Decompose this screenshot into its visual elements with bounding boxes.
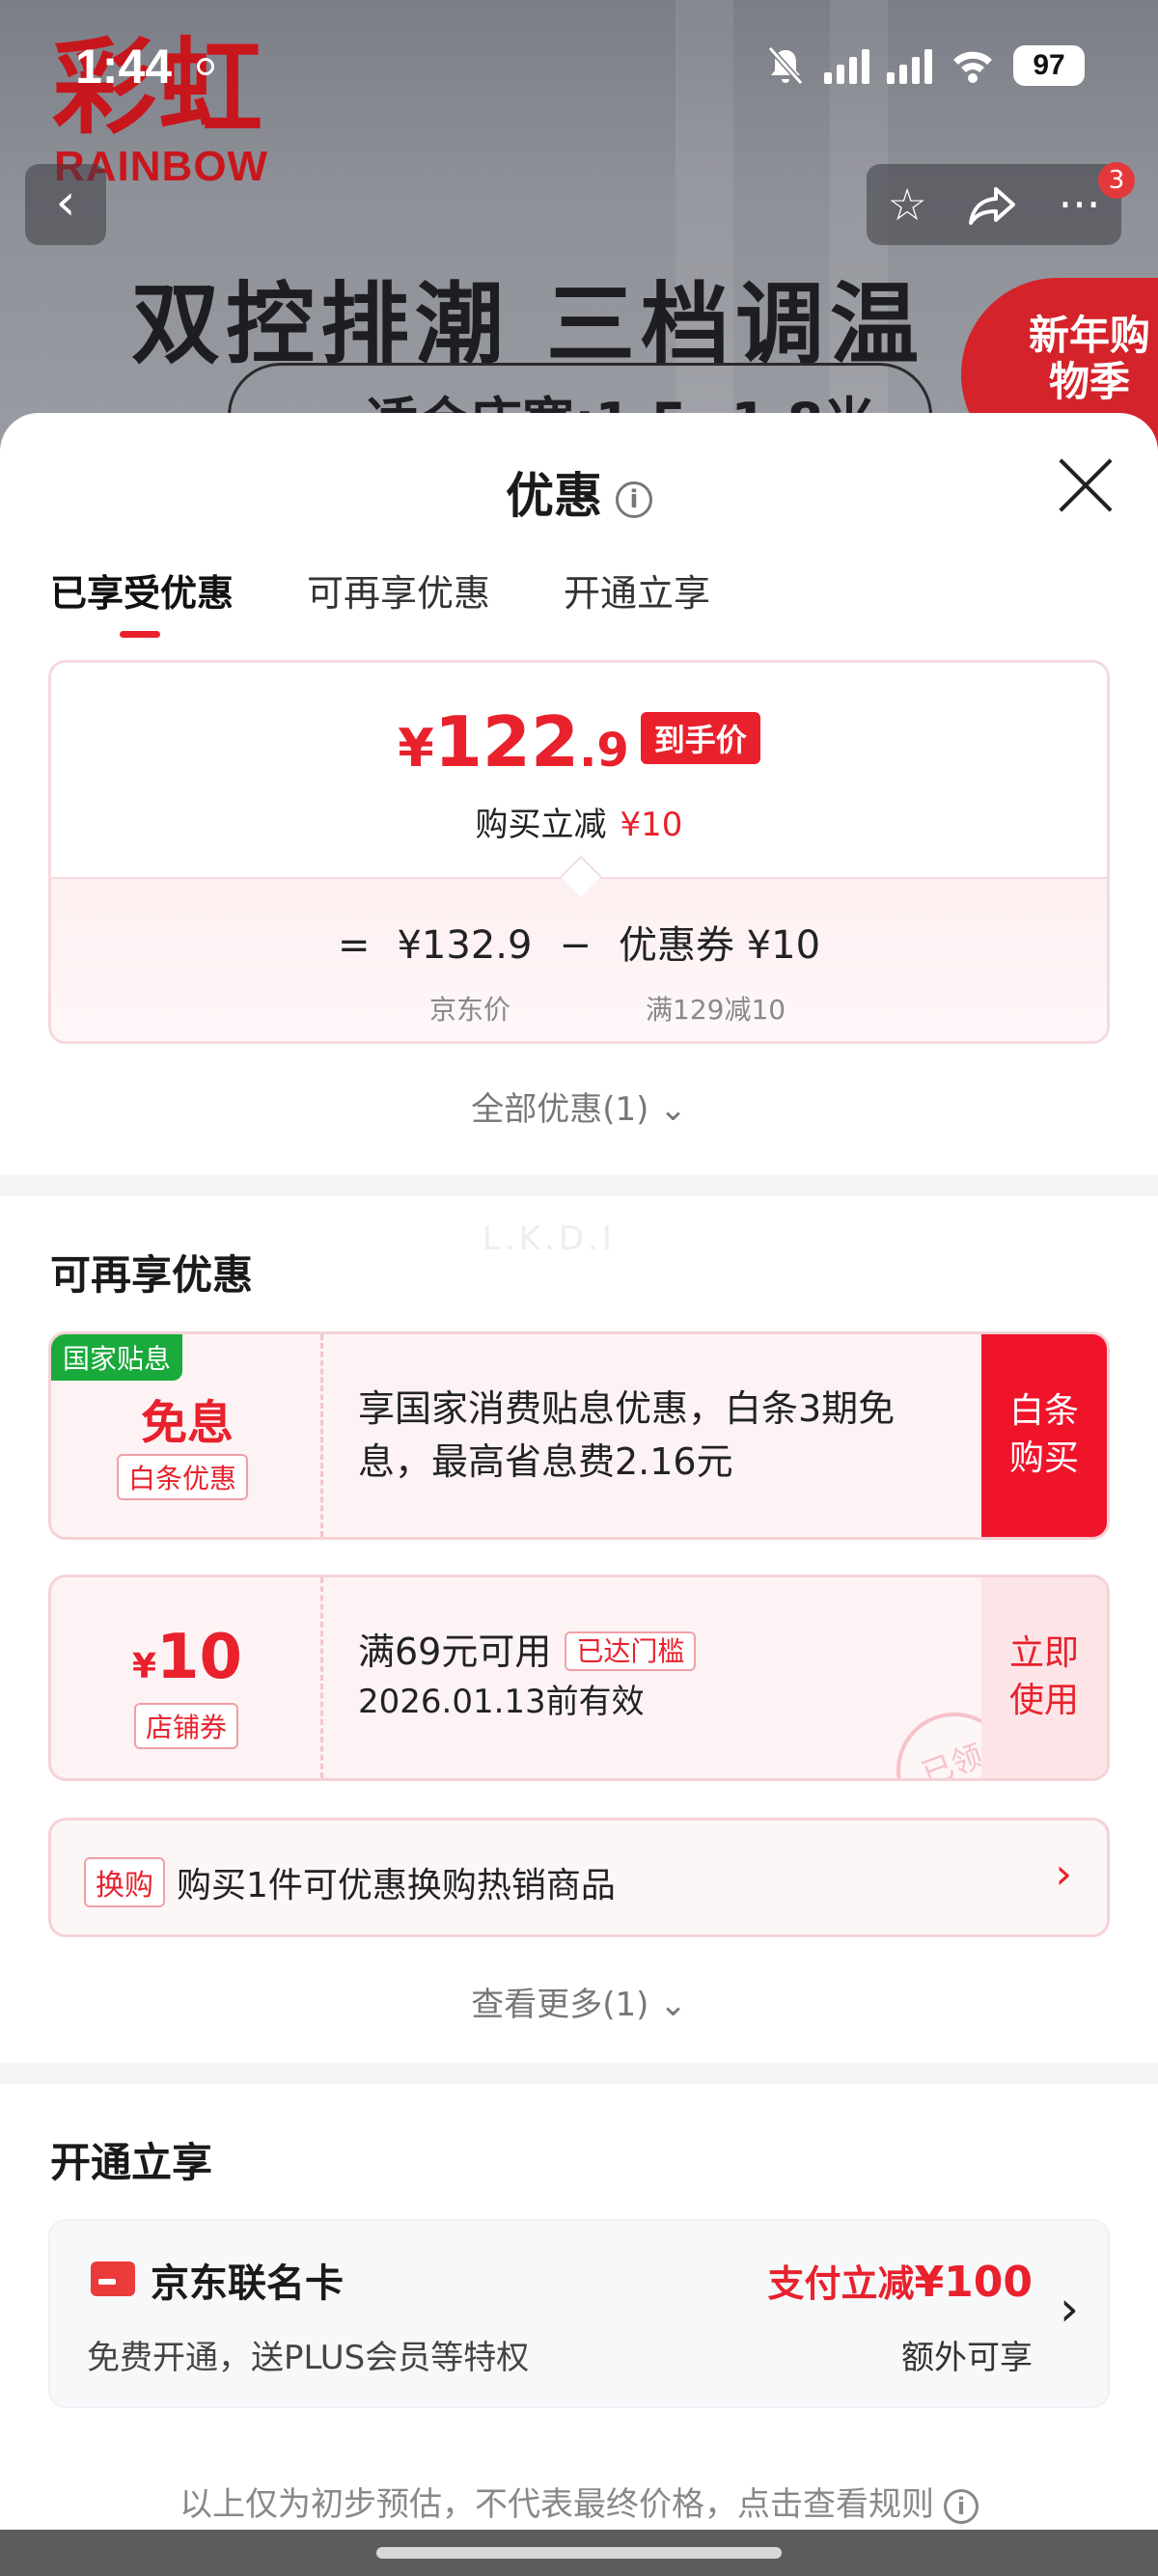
exchange-text: 购买1件可优惠换购热销商品	[177, 1866, 616, 1905]
baitiao-buy-button[interactable]: 白条 购买	[981, 1334, 1107, 1537]
card-extra: 额外可享	[901, 2339, 1033, 2377]
coupon-condition-label: 满129减10	[646, 994, 786, 1026]
final-price-card: ¥122.9 到手价 购买立减 ¥10 = ¥132.9− 优惠券 ¥10 京东价 满1…	[48, 660, 1110, 1044]
section-title-open: 开通立享	[50, 2139, 213, 2186]
interest-offer-text: 享国家消费贴息优惠，白条3期免 息，最高省息费2.16元	[358, 1383, 895, 1489]
tab-open-enjoy[interactable]: 开通立享	[564, 563, 710, 638]
equals-sign: =	[337, 923, 371, 968]
exchange-offer[interactable]: 换购 购买1件可优惠换购热销商品 ›	[48, 1818, 1110, 1937]
baitiao-buy-line1: 白条	[1008, 1391, 1079, 1432]
status-time: 1:44	[75, 40, 173, 94]
coupon-currency: ¥	[131, 1647, 156, 1686]
home-indicator	[0, 2530, 1158, 2576]
card-name: 京东联名卡	[151, 2261, 344, 2306]
interest-free-label: 免息	[140, 1396, 234, 1450]
threshold-met-tag: 已达门槛	[565, 1631, 697, 1671]
sheet-header: 优惠 i	[0, 457, 1158, 527]
instant-discount-value: ¥10	[620, 806, 683, 844]
final-price: ¥122.9 到手价	[51, 701, 1107, 782]
section-divider	[0, 2063, 1158, 2084]
location-indicator-icon	[197, 58, 214, 75]
share-icon[interactable]	[968, 183, 1017, 226]
card-promo: 支付立减¥100	[768, 2254, 1033, 2307]
credit-card-icon	[91, 2261, 135, 2296]
section-title-more: 可再享优惠	[50, 1251, 254, 1299]
footer-disclaimer[interactable]: 以上仅为初步预估，不代表最终价格，点击查看规则 i	[0, 2478, 1158, 2525]
info-icon: i	[944, 2488, 979, 2524]
offers-sheet: 优惠 i 已享受优惠 可再享优惠 开通立享 ¥122.9 到手价 购买立减 ¥10 =…	[0, 413, 1158, 2576]
wifi-icon	[953, 51, 992, 83]
card-description: 免费开通，送PLUS会员等特权	[87, 2339, 530, 2377]
section-divider	[0, 1175, 1158, 1196]
use-coupon-button[interactable]: 立即 使用	[981, 1577, 1107, 1778]
coupon-details: 满69元可用 已达门槛 2026.01.13前有效	[358, 1626, 697, 1726]
price-formula: = ¥132.9− 优惠券 ¥10	[51, 914, 1107, 970]
offer-tabs: 已享受优惠 可再享优惠 开通立享	[50, 563, 710, 638]
chevron-right-icon: ›	[1055, 1850, 1072, 1899]
see-more-link[interactable]: 查看更多(1) ⌄	[0, 1978, 1158, 2025]
watermark: L.K.D.I	[482, 1219, 616, 1258]
top-actions: ☆ ···	[867, 164, 1121, 245]
status-bar: 1:44 97	[0, 0, 1158, 135]
close-icon[interactable]	[1058, 457, 1114, 513]
sheet-title: 优惠	[506, 468, 602, 524]
battery-indicator: 97	[1013, 45, 1085, 86]
jd-co-brand-card[interactable]: 京东联名卡 免费开通，送PLUS会员等特权 支付立减¥100 额外可享 ›	[48, 2219, 1110, 2408]
gov-subsidy-badge: 国家贴息	[51, 1334, 183, 1381]
instant-discount: 购买立减 ¥10	[51, 798, 1107, 845]
coupon-condition: 满69元可用	[358, 1631, 552, 1673]
cellular-signal-icon	[824, 47, 869, 84]
coupon-value: 10	[156, 1622, 243, 1693]
footer-disclaimer-text: 以上仅为初步预估，不代表最终价格，点击查看规则	[179, 2485, 934, 2524]
more-badge: 3	[1098, 162, 1135, 199]
coupon-deduction: 优惠券 ¥10	[618, 923, 821, 968]
chevron-right-icon: ›	[1060, 2281, 1079, 2337]
use-coupon-line1: 立即	[1008, 1633, 1079, 1674]
cellular-signal-2-icon	[887, 47, 932, 84]
promo-badge-text: 新年购物季	[1028, 312, 1150, 406]
final-price-tag: 到手价	[640, 712, 760, 764]
shop-coupon-offer: ¥10 店铺券 满69元可用 已达门槛 2026.01.13前有效 已领 立即 使用	[48, 1575, 1110, 1781]
use-coupon-line2: 使用	[1008, 1681, 1079, 1720]
shop-coupon-tag: 店铺券	[134, 1703, 239, 1749]
baitiao-buy-line2: 购买	[1008, 1439, 1079, 1478]
price-integer: 122	[433, 701, 580, 782]
jd-price: ¥132.9	[397, 923, 533, 968]
jd-price-label: 京东价	[429, 994, 511, 1026]
tab-enjoyed[interactable]: 已享受优惠	[50, 563, 234, 638]
interest-offer-line2: 息，最高省息费2.16元	[358, 1440, 733, 1484]
interest-free-offer: 国家贴息 免息 白条优惠 享国家消费贴息优惠，白条3期免 息，最高省息费2.16…	[48, 1331, 1110, 1540]
all-offers-link[interactable]: 全部优惠(1) ⌄	[0, 1082, 1158, 1130]
favorite-star-icon[interactable]: ☆	[887, 178, 926, 231]
card-promo-value: ¥100	[914, 2258, 1033, 2307]
baitiao-tag: 白条优惠	[117, 1454, 249, 1500]
tab-more-offers[interactable]: 可再享优惠	[307, 563, 490, 638]
coupon-amount: ¥10	[51, 1622, 323, 1693]
back-button[interactable]: ‹	[25, 164, 106, 245]
mute-bell-icon	[767, 46, 804, 85]
exchange-tag: 换购	[84, 1857, 165, 1907]
more-icon[interactable]: ···	[1059, 178, 1101, 231]
instant-discount-label: 购买立减	[475, 806, 607, 844]
price-decimal: .9	[579, 724, 629, 778]
card-promo-label: 支付立减	[767, 2262, 915, 2305]
info-icon[interactable]: i	[616, 480, 652, 518]
minus-sign: −	[559, 923, 592, 968]
interest-offer-line1: 享国家消费贴息优惠，白条3期免	[358, 1387, 896, 1430]
price-currency: ¥	[398, 718, 434, 779]
coupon-validity: 2026.01.13前有效	[358, 1683, 645, 1722]
